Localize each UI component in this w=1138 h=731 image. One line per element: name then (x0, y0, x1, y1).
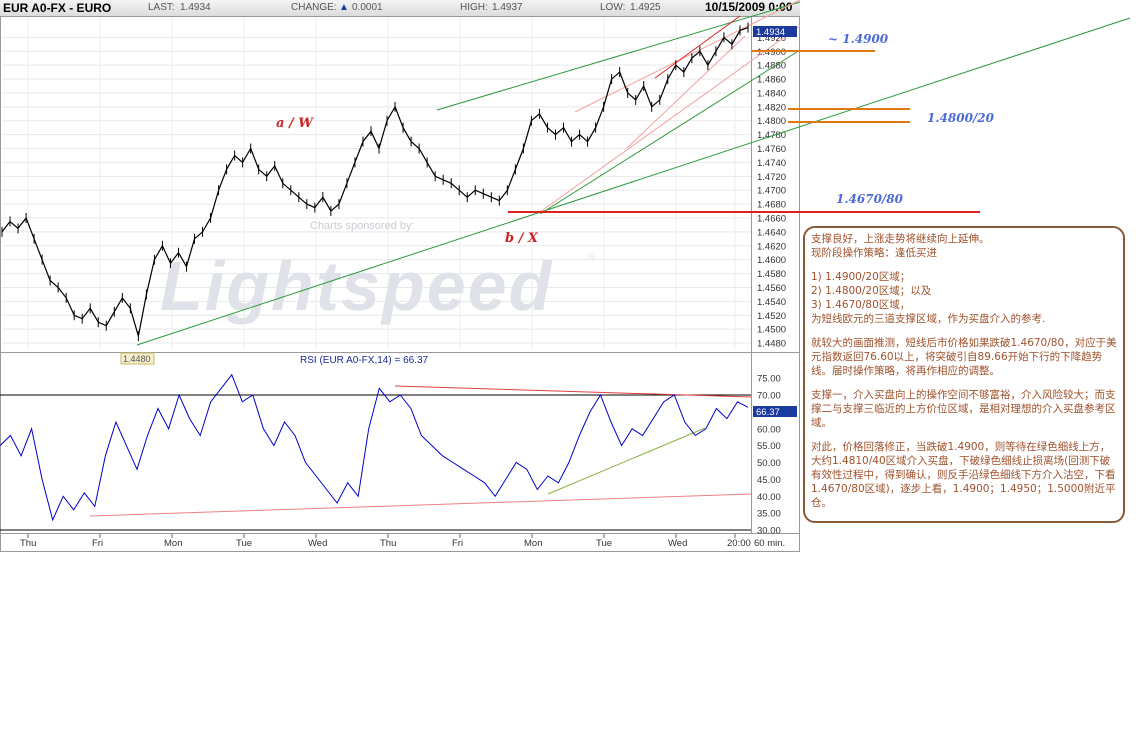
interval-label: 60 min. (754, 538, 785, 549)
price-tick-label: 1.4860 (757, 75, 786, 86)
note-paragraph-5: 对此，价格回落修正，当跌破1.4900，则等待在绿色细线上方，大约1.4810/… (811, 441, 1116, 509)
x-tick-label: 20:00 (727, 538, 751, 549)
rsi-current-value: 66.37 (756, 407, 780, 418)
green-upper-trendline (436, 1, 801, 111)
price-tick-label: 1.4900 (757, 47, 786, 58)
x-tick-label: Wed (668, 538, 687, 549)
price-tick-label: 1.4480 (757, 339, 786, 350)
rsi-tick-label: 30.00 (757, 526, 781, 537)
red-channel-lower (626, 35, 746, 149)
x-tick-label: Fri (452, 538, 463, 549)
price-tick-label: 1.4560 (757, 283, 786, 294)
price-tick-label: 1.4600 (757, 255, 786, 266)
price-tick-label: 1.4880 (757, 61, 786, 72)
note-p2-line2: 2) 1.4800/20区域；以及 (811, 285, 932, 297)
note-p2-line1: 1) 1.4900/20区域； (811, 271, 911, 283)
rsi-tick-label: 70.00 (757, 391, 781, 402)
price-tick-label: 1.4700 (757, 186, 786, 197)
rsi-tick-label: 50.00 (757, 458, 781, 469)
price-tick-label: 1.4840 (757, 88, 786, 99)
note-paragraph-3: 就较大的画面推测，短线后市价格如果跌破1.4670/80，对应于美元指数返回76… (811, 337, 1117, 377)
analysis-note: 支撑良好，上涨走势将继续向上延伸。 现阶段操作策略：逢低买进 1) 1.4900… (803, 226, 1125, 523)
level-label-1480: 1.4800/20 (927, 111, 995, 125)
red-channel-upper (654, 15, 741, 79)
watermark-logo: Lightspeed (160, 247, 553, 325)
level-label-1467: 1.4670/80 (836, 192, 904, 206)
level-label-1490: ~ 1.4900 (828, 32, 889, 46)
rsi-tick-label: 55.00 (757, 441, 781, 452)
note-p1-line1: 支撑良好，上涨走势将继续向上延伸。 (811, 233, 990, 245)
rsi-tick-label: 60.00 (757, 424, 781, 435)
price-tick-label: 1.4500 (757, 325, 786, 336)
rsi-lower-trendline (89, 493, 752, 517)
x-tick-label: Tue (596, 538, 612, 549)
price-tick-label: 1.4640 (757, 227, 786, 238)
note-paragraph-2: 1) 1.4900/20区域； 2) 1.4800/20区域；以及 3) 1.4… (811, 270, 1119, 326)
x-tick-label: Tue (236, 538, 252, 549)
x-tick-label: Thu (20, 538, 36, 549)
x-tick-label: Fri (92, 538, 103, 549)
current-price-value: 1.4934 (756, 27, 785, 38)
rsi-tick-label: 35.00 (757, 509, 781, 520)
note-p1-line2: 现阶段操作策略：逢低买进 (811, 247, 937, 259)
price-tick-label: 1.4620 (757, 241, 786, 252)
price-tick-label: 1.4800 (757, 116, 786, 127)
price-tick-label: 1.4540 (757, 297, 786, 308)
price-tick-label: 1.4680 (757, 200, 786, 211)
price-tick-label: 1.4660 (757, 214, 786, 225)
price-tick-label: 1.4520 (757, 311, 786, 322)
rsi-tick-label: 75.00 (757, 374, 781, 385)
price-tick-label: 1.4720 (757, 172, 786, 183)
price-tick-label: 1.4580 (757, 269, 786, 280)
x-tick-label: Mon (524, 538, 542, 549)
wave-label-b: b / X (505, 231, 539, 246)
price-tick-label: 1.4740 (757, 158, 786, 169)
sponsor-text: Charts sponsored by: (310, 220, 415, 232)
watermark-registered-mark: ® (588, 252, 596, 263)
bottom-price-value: 1.4480 (123, 354, 151, 364)
wave-label-a: a / W (276, 116, 314, 131)
x-tick-label: Wed (308, 538, 327, 549)
rsi-tick-label: 45.00 (757, 475, 781, 486)
note-p2-line3: 3) 1.4670/80区域， (811, 299, 911, 311)
rsi-tick-label: 40.00 (757, 492, 781, 503)
x-tick-label: Thu (380, 538, 396, 549)
price-tick-label: 1.4760 (757, 144, 786, 155)
note-paragraph-1: 支撑良好，上涨走势将继续向上延伸。 现阶段操作策略：逢低买进 (811, 232, 1119, 260)
note-p2-line4: 为短线欧元的三道支撑区域，作为买盘介入的参考. (811, 313, 1046, 325)
rsi-title: RSI (EUR A0-FX,14) = 66.37 (300, 355, 429, 366)
price-tick-label: 1.4820 (757, 102, 786, 113)
x-tick-label: Mon (164, 538, 182, 549)
note-paragraph-4: 支撑一，介入买盘向上的操作空间不够富裕，介入风险较大；而支撑二与支撑三临近的上方… (811, 389, 1116, 429)
